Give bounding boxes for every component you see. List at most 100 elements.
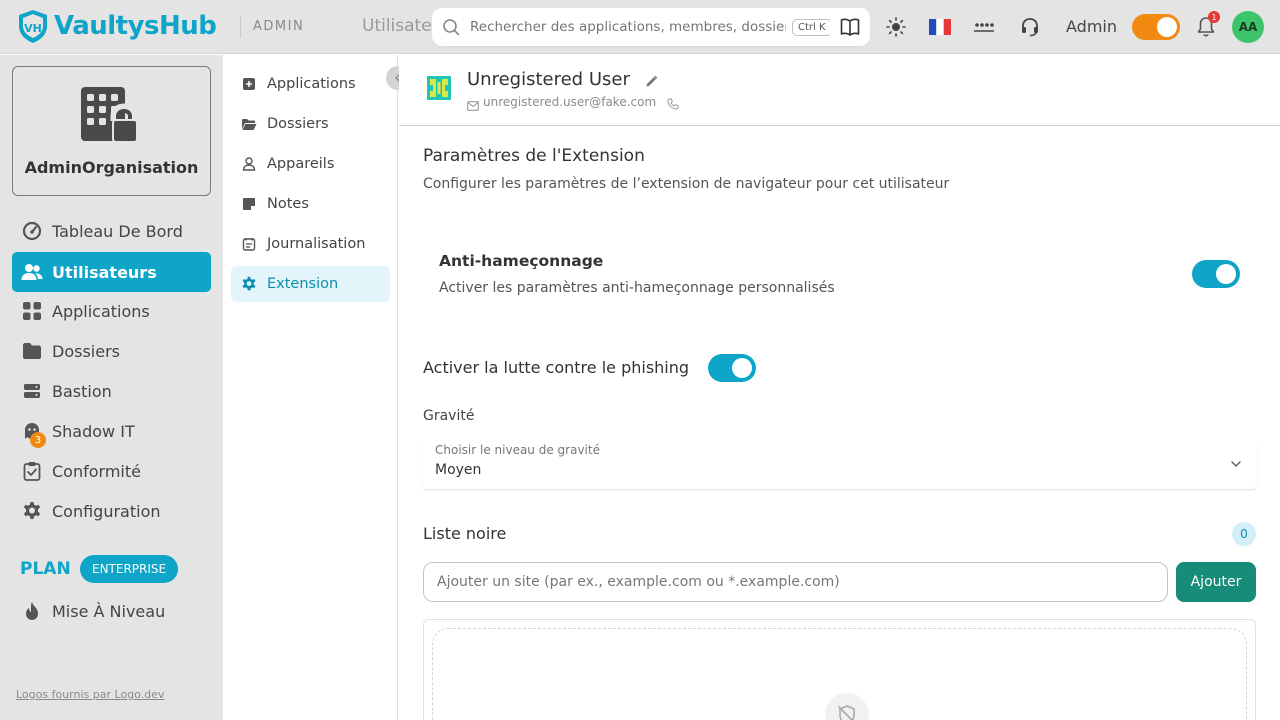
user-menu-label[interactable]: Admin [1066, 17, 1117, 36]
search-input[interactable] [470, 19, 786, 35]
note-icon [231, 197, 267, 211]
users-icon [12, 263, 52, 281]
anti-phishing-description: Activer les paramètres anti-hameçonnage … [439, 280, 835, 296]
anti-phishing-toggle[interactable] [1192, 260, 1240, 288]
sidebar-item-applications[interactable]: Applications [12, 291, 211, 331]
shield-off-icon [825, 693, 869, 720]
plan-label: PLAN [20, 559, 71, 579]
theme-sun-button[interactable] [883, 14, 909, 40]
clipboard-check-icon [12, 461, 52, 481]
vaultys-shield-icon: VH [19, 10, 47, 43]
section-label: ADMIN [253, 19, 305, 34]
add-site-button[interactable]: Ajouter [1176, 562, 1256, 602]
tab-label: Appareils [267, 156, 335, 172]
tab-notes[interactable]: Notes [231, 186, 390, 222]
language-button[interactable] [927, 14, 953, 40]
blacklist-site-input[interactable] [423, 562, 1168, 602]
gravity-select[interactable]: Choisir le niveau de gravité Moyen [423, 437, 1256, 490]
user-identicon [427, 76, 451, 100]
tab-logging[interactable]: Journalisation [231, 226, 390, 262]
sidebar-item-label: Shadow IT [52, 421, 135, 441]
brand-logo[interactable]: VH VaultysHub [16, 8, 217, 44]
log-icon [231, 237, 267, 251]
organisation-name: AdminOrganisation [24, 158, 199, 177]
france-flag-icon [929, 19, 951, 35]
plan-badge: ENTERPRISE [80, 555, 179, 583]
upgrade-link[interactable]: Mise À Niveau [12, 591, 211, 631]
shadow-it-badge: 3 [30, 432, 46, 448]
gravity-select-label: Choisir le niveau de gravité [435, 443, 600, 457]
password-dots-icon [974, 23, 994, 32]
top-bar: VH VaultysHub ADMIN Utilisateurs Ctrl K … [0, 0, 1280, 54]
phone-icon[interactable] [667, 95, 679, 114]
tab-applications[interactable]: Applications [231, 66, 390, 102]
sidebar-item-label: Applications [52, 301, 150, 321]
sun-icon [886, 17, 906, 37]
gear-icon [12, 501, 52, 521]
organisation-building-icon [79, 85, 145, 149]
tab-label: Journalisation [267, 236, 366, 252]
app-icon [231, 77, 267, 91]
sidebar-item-users[interactable]: Utilisateurs [12, 252, 211, 292]
tab-devices[interactable]: Appareils [231, 146, 390, 182]
page-title: Paramètres de l'Extension [423, 146, 645, 166]
password-button[interactable] [971, 14, 997, 40]
user-email: unregistered.user@fake.com [483, 95, 657, 109]
blacklist-list [423, 619, 1256, 720]
dashboard-icon [12, 221, 52, 241]
user-header: Unregistered User unregistered.user@fake… [399, 55, 1280, 126]
user-subnav: Applications Dossiers Appareils Notes Jo… [223, 55, 398, 720]
sidebar-item-bastion[interactable]: Bastion [12, 371, 211, 411]
logo-dev-link[interactable]: Logos fournis par Logo.dev [16, 688, 164, 701]
tab-label: Notes [267, 196, 309, 212]
tab-folders[interactable]: Dossiers [231, 106, 390, 142]
search-shortcut: Ctrl K [792, 18, 832, 36]
phishing-protection-toggle[interactable] [708, 354, 756, 382]
sidebar-item-configuration[interactable]: Configuration [12, 491, 211, 531]
tab-label: Extension [267, 276, 339, 292]
organisation-card[interactable]: AdminOrganisation [12, 66, 211, 196]
notification-badge: 1 [1208, 11, 1220, 23]
sidebar-item-folders[interactable]: Dossiers [12, 331, 211, 371]
blacklist-empty-state [432, 628, 1247, 720]
page-description: Configurer les paramètres de l’extension… [423, 176, 950, 192]
tab-label: Applications [267, 76, 356, 92]
blacklist-count-badge: 0 [1232, 522, 1256, 546]
gravity-label: Gravité [423, 408, 475, 424]
book-icon [840, 18, 860, 36]
sidebar-item-shadow-it[interactable]: 3 Shadow IT [12, 411, 211, 451]
support-button[interactable] [1017, 14, 1043, 40]
sidebar-item-label: Conformité [52, 461, 141, 481]
folder-open-icon [231, 118, 267, 131]
blacklist-title: Liste noire [423, 524, 507, 543]
tab-label: Dossiers [267, 116, 329, 132]
sidebar-item-dashboard[interactable]: Tableau De Bord [12, 211, 211, 251]
device-user-icon [231, 157, 267, 171]
sidebar-item-label: Bastion [52, 381, 112, 401]
headset-icon [1022, 18, 1038, 37]
documentation-button[interactable] [830, 8, 870, 46]
avatar[interactable]: AA [1232, 11, 1264, 43]
chevron-down-icon [1230, 455, 1242, 474]
phishing-protection-label: Activer la lutte contre le phishing [423, 358, 690, 377]
brand-name: VaultysHub [54, 11, 217, 41]
svg-text:VH: VH [24, 22, 42, 35]
user-name: Unregistered User [467, 69, 630, 90]
theme-toggle[interactable] [1132, 14, 1180, 40]
search-bar[interactable]: Ctrl K [432, 8, 870, 46]
search-icon [432, 18, 470, 36]
sidebar-item-compliance[interactable]: Conformité [12, 451, 211, 491]
server-icon [12, 382, 52, 400]
sidebar-item-label: Dossiers [52, 341, 120, 361]
apps-grid-icon [12, 301, 52, 321]
gravity-select-value: Moyen [435, 462, 482, 478]
sidebar: AdminOrganisation Tableau De Bord Utilis… [0, 55, 223, 720]
upgrade-label: Mise À Niveau [52, 601, 166, 621]
tab-extension[interactable]: Extension [231, 266, 390, 302]
email-icon [467, 96, 479, 115]
anti-phishing-title: Anti-hameçonnage [439, 252, 604, 270]
sidebar-item-label: Configuration [52, 501, 161, 521]
edit-name-button[interactable] [645, 73, 658, 92]
topbar-divider [240, 16, 241, 38]
pencil-icon [646, 75, 658, 87]
